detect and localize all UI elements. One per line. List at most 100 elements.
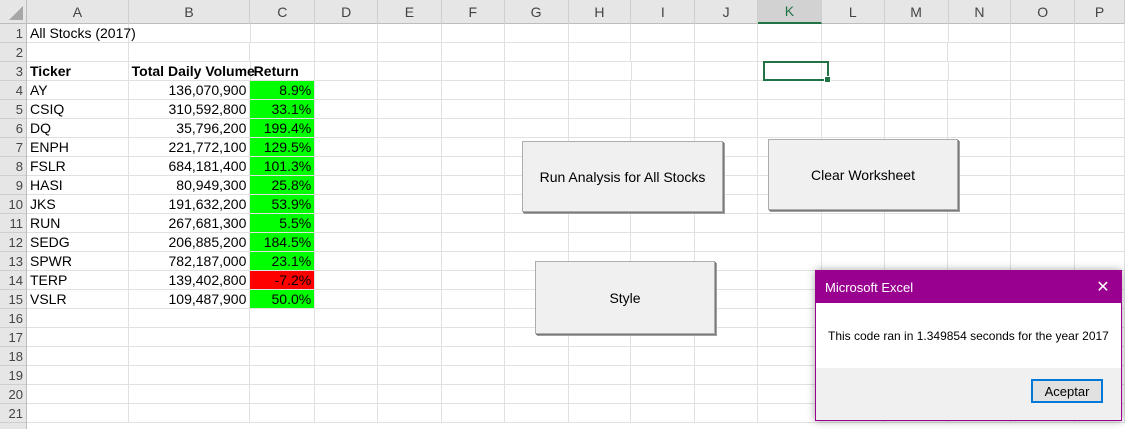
- cell[interactable]: [315, 366, 379, 385]
- cell[interactable]: [441, 176, 505, 195]
- cell[interactable]: [441, 366, 505, 385]
- cell[interactable]: [1075, 233, 1125, 252]
- cell[interactable]: [378, 271, 442, 290]
- cell[interactable]: [631, 404, 696, 423]
- cell[interactable]: [631, 100, 696, 119]
- cell[interactable]: [441, 214, 505, 233]
- column-header-l[interactable]: L: [822, 0, 885, 24]
- ticker-cell[interactable]: FSLR: [27, 157, 129, 176]
- cell[interactable]: [758, 252, 822, 271]
- row-header-2[interactable]: 2: [0, 43, 26, 62]
- volume-cell[interactable]: 35,796,200: [128, 119, 251, 138]
- ticker-cell[interactable]: VSLR: [27, 290, 129, 309]
- cell[interactable]: [1011, 233, 1076, 252]
- column-header-e[interactable]: E: [378, 0, 442, 24]
- cell[interactable]: [378, 24, 443, 43]
- cell[interactable]: [315, 81, 379, 100]
- cell[interactable]: [631, 385, 696, 404]
- cell[interactable]: [1075, 138, 1125, 157]
- cell[interactable]: [315, 119, 379, 138]
- cell[interactable]: [315, 271, 379, 290]
- cell[interactable]: [568, 24, 632, 43]
- header-cell[interactable]: Return: [250, 62, 316, 81]
- cell[interactable]: [695, 119, 758, 138]
- cell[interactable]: [1011, 43, 1076, 62]
- cell[interactable]: [1075, 100, 1125, 119]
- cell[interactable]: [948, 81, 1012, 100]
- cell[interactable]: [695, 43, 758, 62]
- cell[interactable]: [631, 24, 696, 43]
- cell[interactable]: [1011, 195, 1076, 214]
- cell[interactable]: [378, 309, 442, 328]
- cell[interactable]: [1075, 43, 1125, 62]
- cell[interactable]: [128, 366, 251, 385]
- cell[interactable]: [695, 404, 758, 423]
- return-cell[interactable]: 101.3%: [250, 157, 316, 176]
- column-header-o[interactable]: O: [1011, 0, 1076, 24]
- cell[interactable]: [441, 157, 505, 176]
- cell[interactable]: [378, 290, 442, 309]
- return-cell[interactable]: -7.2%: [250, 271, 316, 290]
- cell[interactable]: [378, 214, 442, 233]
- volume-cell[interactable]: 782,187,000: [128, 252, 251, 271]
- volume-cell[interactable]: 136,070,900: [128, 81, 251, 100]
- ticker-cell[interactable]: SPWR: [27, 252, 129, 271]
- cell[interactable]: [315, 309, 379, 328]
- cell[interactable]: [378, 347, 442, 366]
- cell[interactable]: [504, 24, 569, 43]
- cell[interactable]: [1075, 24, 1125, 43]
- cell[interactable]: [27, 43, 129, 62]
- row-header-16[interactable]: 16: [0, 309, 26, 328]
- cell[interactable]: [315, 290, 379, 309]
- return-cell[interactable]: 23.1%: [250, 252, 316, 271]
- row-header-5[interactable]: 5: [0, 100, 26, 119]
- ticker-cell[interactable]: JKS: [27, 195, 129, 214]
- style-button[interactable]: Style: [535, 261, 715, 334]
- cell[interactable]: [504, 404, 569, 423]
- cell[interactable]: [758, 385, 822, 404]
- cell[interactable]: [250, 404, 316, 423]
- cell[interactable]: [504, 62, 569, 81]
- cell[interactable]: [129, 24, 251, 43]
- cell[interactable]: [250, 366, 316, 385]
- cell[interactable]: [378, 252, 442, 271]
- cell[interactable]: [568, 385, 632, 404]
- cell[interactable]: [441, 43, 505, 62]
- cell[interactable]: [378, 43, 442, 62]
- row-header-15[interactable]: 15: [0, 290, 26, 309]
- cell[interactable]: [1075, 176, 1125, 195]
- cell[interactable]: [504, 81, 569, 100]
- row-header-19[interactable]: 19: [0, 366, 26, 385]
- cell[interactable]: [250, 24, 316, 43]
- cell[interactable]: [441, 100, 505, 119]
- cell[interactable]: [378, 100, 442, 119]
- row-header-13[interactable]: 13: [0, 252, 26, 271]
- return-cell[interactable]: 184.5%: [250, 233, 316, 252]
- cell[interactable]: [1011, 176, 1076, 195]
- cell[interactable]: [442, 62, 505, 81]
- fill-handle[interactable]: [824, 76, 831, 83]
- column-header-m[interactable]: M: [885, 0, 949, 24]
- cell[interactable]: [441, 404, 505, 423]
- cell[interactable]: [631, 347, 696, 366]
- cell[interactable]: [315, 385, 379, 404]
- cell[interactable]: [128, 347, 251, 366]
- volume-cell[interactable]: 191,632,200: [128, 195, 251, 214]
- cell[interactable]: [695, 81, 758, 100]
- cell[interactable]: [1075, 81, 1125, 100]
- cell[interactable]: [758, 81, 822, 100]
- cell[interactable]: [378, 157, 442, 176]
- cell[interactable]: [884, 62, 949, 81]
- cell[interactable]: [1011, 214, 1076, 233]
- column-header-p[interactable]: P: [1075, 0, 1125, 24]
- cell[interactable]: [884, 81, 949, 100]
- cell[interactable]: [378, 404, 442, 423]
- cell[interactable]: [315, 176, 379, 195]
- cell[interactable]: [758, 43, 822, 62]
- cell[interactable]: [250, 328, 316, 347]
- cell[interactable]: [758, 233, 822, 252]
- cell[interactable]: [504, 214, 569, 233]
- cell[interactable]: [378, 385, 442, 404]
- cell[interactable]: [441, 385, 505, 404]
- cell[interactable]: [504, 119, 569, 138]
